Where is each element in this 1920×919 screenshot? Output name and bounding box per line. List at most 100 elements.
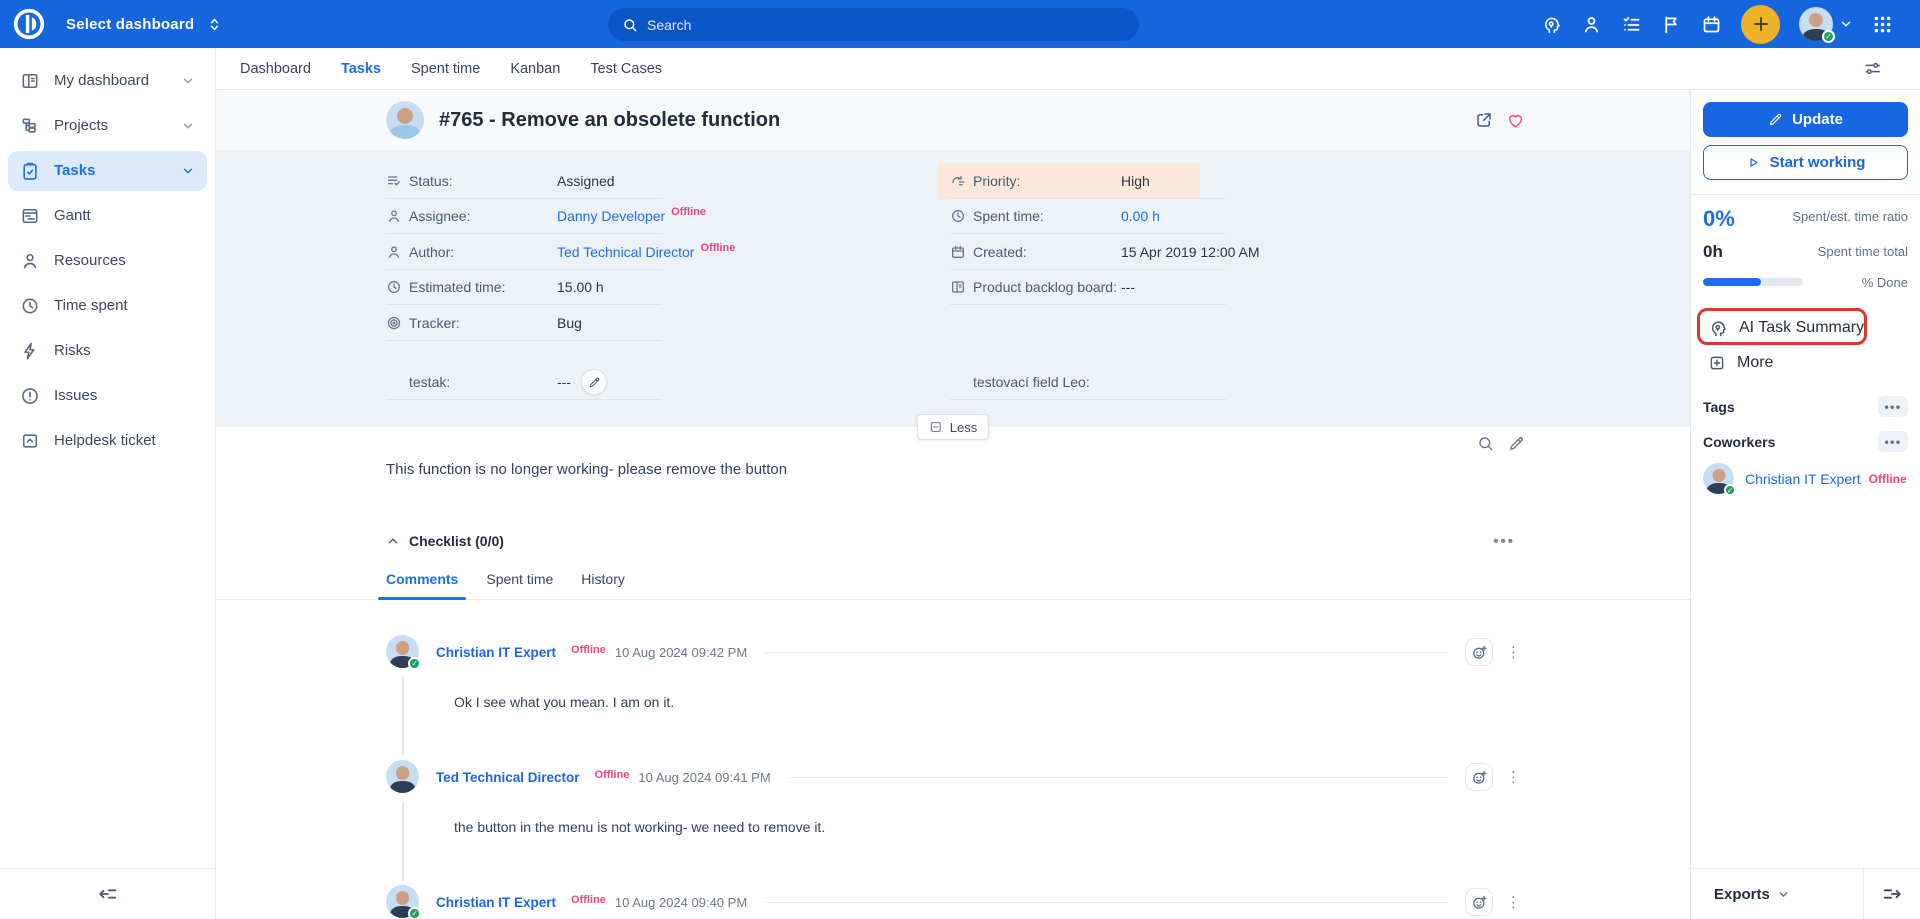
- sidebar-footer: [0, 868, 215, 919]
- field-status[interactable]: Status: Assigned: [386, 163, 950, 199]
- favorite-heart-icon[interactable]: [1506, 111, 1525, 130]
- lightning-icon: [20, 341, 40, 361]
- tags-menu-icon[interactable]: •••: [1878, 396, 1908, 418]
- task-attributes-panel: Status: Assigned Assignee: Danny Develop…: [216, 150, 1690, 440]
- apps-grid-icon[interactable]: [1872, 14, 1893, 35]
- open-in-new-icon[interactable]: [1475, 111, 1493, 129]
- sidebar-item-projects[interactable]: Projects: [8, 106, 207, 146]
- users-icon[interactable]: [1581, 14, 1602, 35]
- sidebar-item-time-spent[interactable]: Time spent: [8, 286, 207, 326]
- spent-total-label: Spent time total: [1817, 244, 1908, 259]
- tab-kanban[interactable]: Kanban: [510, 61, 560, 77]
- person-icon: [386, 244, 402, 260]
- checklist-label[interactable]: Checklist (0/0): [409, 533, 504, 549]
- spent-time-link[interactable]: 0.00 h: [1121, 208, 1160, 224]
- edit-field-button[interactable]: [581, 369, 607, 396]
- coworkers-menu-icon[interactable]: •••: [1878, 431, 1908, 453]
- search-input[interactable]: [647, 16, 1125, 33]
- account-menu[interactable]: ✓: [1799, 7, 1853, 43]
- chevron-up-icon[interactable]: [386, 534, 400, 548]
- collapse-panel-button[interactable]: [1863, 869, 1920, 919]
- tab-comments[interactable]: Comments: [377, 571, 467, 600]
- user-avatar[interactable]: ✓: [1799, 7, 1835, 43]
- presence-badge: Offline: [1868, 471, 1907, 486]
- collapse-sidebar-icon[interactable]: [97, 883, 119, 905]
- field-testak[interactable]: testak: ---: [386, 365, 950, 401]
- field-priority[interactable]: Priority: High: [938, 163, 1525, 199]
- exports-button[interactable]: Exports: [1691, 869, 1863, 919]
- ai-assistant-icon[interactable]: [1541, 14, 1562, 35]
- assignee-link[interactable]: Danny Developer: [557, 208, 665, 224]
- update-button[interactable]: Update: [1703, 102, 1908, 137]
- app-logo-icon[interactable]: [12, 7, 46, 41]
- tab-history[interactable]: History: [581, 571, 625, 599]
- clipboard-check-icon: [20, 161, 40, 181]
- chevron-down-icon: [1777, 888, 1790, 901]
- sidebar-item-tasks[interactable]: Tasks: [8, 150, 207, 191]
- add-reaction-button[interactable]: [1465, 888, 1493, 916]
- field-value: ---: [557, 374, 571, 391]
- view-settings-sliders-icon[interactable]: [1863, 59, 1882, 78]
- add-reaction-button[interactable]: [1465, 638, 1493, 666]
- comment-timestamp: 10 Aug 2024 09:42 PM: [614, 644, 748, 660]
- commenter-name[interactable]: Ted Technical Director: [436, 770, 580, 785]
- field-assignee[interactable]: Assignee: Danny Developer Offline: [386, 199, 950, 235]
- field-author[interactable]: Author: Ted Technical Director Offline: [386, 234, 950, 270]
- field-created[interactable]: Created: 15 Apr 2019 12:00 AM: [950, 234, 1525, 270]
- checklist-menu-icon[interactable]: •••: [1493, 533, 1515, 550]
- field-label: testovací field Leo:: [973, 374, 1090, 391]
- add-reaction-button[interactable]: [1465, 763, 1493, 791]
- commenter-name[interactable]: Christian IT Expert: [436, 645, 556, 660]
- less-button-label: Less: [949, 419, 978, 435]
- tab-dashboard[interactable]: Dashboard: [240, 61, 311, 77]
- comment-menu-icon[interactable]: ⋮: [1502, 768, 1525, 787]
- divider: [787, 776, 1448, 778]
- online-status-badge: ✓: [1822, 30, 1835, 43]
- quick-add-button[interactable]: [1741, 4, 1780, 44]
- dashboard-selector[interactable]: Select dashboard: [66, 16, 223, 33]
- plus-square-icon: [1708, 354, 1726, 372]
- comment-menu-icon[interactable]: ⋮: [1502, 893, 1525, 912]
- comment-item: ✓ Christian IT Expert Offline 10 Aug 202…: [386, 635, 1525, 761]
- comment-menu-icon[interactable]: ⋮: [1502, 643, 1525, 662]
- tab-tasks[interactable]: Tasks: [341, 61, 381, 77]
- author-link[interactable]: Ted Technical Director: [557, 244, 694, 260]
- global-search[interactable]: [608, 8, 1139, 41]
- chevron-down-icon: [181, 74, 195, 88]
- field-spent-time[interactable]: Spent time: 0.00 h: [950, 199, 1525, 235]
- person-icon: [20, 251, 40, 271]
- field-estimated-time[interactable]: Estimated time: 15.00 h: [386, 270, 950, 306]
- field-label: Created:: [973, 243, 1027, 260]
- tab-test-cases[interactable]: Test Cases: [590, 61, 662, 77]
- zoom-preview-icon[interactable]: [1477, 435, 1494, 452]
- my-tasks-icon[interactable]: [1621, 14, 1642, 35]
- gantt-icon: [20, 206, 40, 226]
- sidebar-item-risks[interactable]: Risks: [8, 331, 207, 371]
- search-icon: [622, 17, 638, 33]
- sidebar-item-my-dashboard[interactable]: My dashboard: [8, 61, 207, 101]
- edit-description-pencil-icon[interactable]: [1508, 435, 1525, 452]
- less-button[interactable]: Less: [916, 414, 990, 440]
- more-button[interactable]: More: [1703, 354, 1908, 372]
- flag-icon[interactable]: [1661, 14, 1682, 35]
- sidebar-item-resources[interactable]: Resources: [8, 241, 207, 281]
- field-testovaci-field-leo[interactable]: testovací field Leo:: [950, 365, 1525, 401]
- sidebar-item-label: Tasks: [54, 162, 96, 179]
- target-icon: [386, 315, 402, 331]
- tab-spent-time[interactable]: Spent time: [411, 61, 480, 77]
- field-tracker[interactable]: Tracker: Bug: [386, 305, 950, 341]
- tab-comments-spent-time[interactable]: Spent time: [486, 571, 553, 599]
- presence-badge: Offline: [594, 769, 630, 781]
- update-button-label: Update: [1792, 111, 1843, 128]
- sidebar-item-issues[interactable]: Issues: [8, 376, 207, 416]
- sidebar-item-helpdesk-ticket[interactable]: Helpdesk ticket: [8, 421, 207, 461]
- calendar-icon[interactable]: [1701, 14, 1722, 35]
- start-working-button[interactable]: Start working: [1703, 145, 1908, 180]
- field-product-backlog-board[interactable]: Product backlog board: ---: [950, 270, 1525, 306]
- ai-task-summary-button[interactable]: AI Task Summary: [1697, 308, 1908, 346]
- coworker-name[interactable]: Christian IT Expert: [1745, 471, 1861, 487]
- online-status-badge: ✓: [408, 657, 421, 670]
- sidebar-item-gantt[interactable]: Gantt: [8, 196, 207, 236]
- commenter-name[interactable]: Christian IT Expert: [436, 895, 556, 910]
